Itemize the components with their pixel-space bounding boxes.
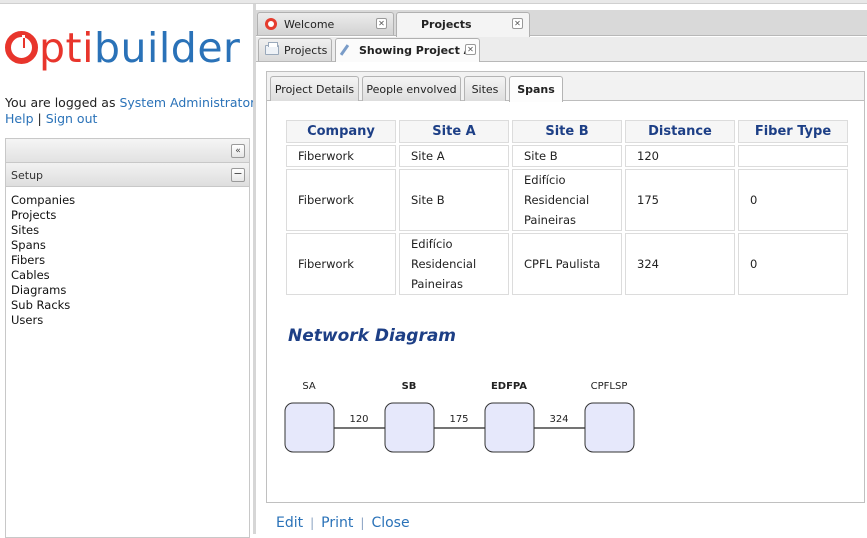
sidebar-item-diagrams[interactable]: Diagrams bbox=[11, 283, 249, 298]
optibuilder-logo: ptibuilder bbox=[5, 24, 240, 72]
cell-company: Fiberwork bbox=[286, 169, 396, 231]
sidebar-item-cables[interactable]: Cables bbox=[11, 268, 249, 283]
node-edfpa[interactable] bbox=[484, 402, 535, 453]
sidebar-item-spans[interactable]: Spans bbox=[11, 238, 249, 253]
main-tab-bar: Welcome ✕ Projects ✕ bbox=[256, 10, 867, 37]
link-label: 120 bbox=[349, 414, 368, 425]
column-header-distance: Distance bbox=[625, 120, 735, 143]
cell-site-a: Edifício Residencial Paineiras bbox=[399, 233, 509, 295]
sidebar-item-fibers[interactable]: Fibers bbox=[11, 253, 249, 268]
cell-site-a: Site A bbox=[399, 145, 509, 167]
tab-sites[interactable]: Sites bbox=[464, 76, 506, 101]
cell-site-a: Site B bbox=[399, 169, 509, 231]
node-label: CPFLSP bbox=[591, 381, 628, 392]
sidebar-item-sites[interactable]: Sites bbox=[11, 223, 249, 238]
table-row[interactable]: Fiberwork Edifício Residencial Paineiras C… bbox=[286, 233, 848, 295]
node-label: SB bbox=[402, 381, 417, 392]
setup-title: Setup bbox=[11, 169, 44, 182]
network-diagram-title: Network Diagram bbox=[288, 326, 457, 346]
tab-spans[interactable]: Spans bbox=[509, 76, 563, 102]
document-icon bbox=[265, 42, 279, 55]
link-label: 175 bbox=[449, 414, 468, 425]
cell-company: Fiberwork bbox=[286, 145, 396, 167]
cell-company: Fiberwork bbox=[286, 233, 396, 295]
user-name-link[interactable]: System Administrator bbox=[119, 95, 255, 110]
main-pane: Welcome ✕ Projects ✕ Projects Showing Pr… bbox=[256, 4, 867, 534]
node-label: EDFPA bbox=[491, 381, 527, 392]
tab-welcome[interactable]: Welcome ✕ bbox=[257, 12, 394, 35]
project-content: Project Details People envolved Sites Sp… bbox=[266, 71, 865, 503]
table-header-row: Company Site A Site B Distance Fiber Typ… bbox=[286, 120, 848, 143]
logged-as-text: You are logged as bbox=[5, 95, 120, 110]
session-links: Help | Sign out bbox=[5, 111, 97, 126]
table-row[interactable]: Fiberwork Site A Site B 120 bbox=[286, 145, 848, 167]
sign-out-link[interactable]: Sign out bbox=[46, 111, 98, 126]
spans-table: Company Site A Site B Distance Fiber Typ… bbox=[283, 118, 851, 297]
navigation-panel: « Setup − Companies Projects Sites Spans… bbox=[5, 138, 250, 538]
network-diagram: 120 175 324 SA SB EDFPA CPFLSP bbox=[284, 381, 635, 453]
project-actions: Edit | Print | Close bbox=[276, 515, 410, 531]
column-header-site-b: Site B bbox=[512, 120, 622, 143]
cell-site-b: Site B bbox=[512, 145, 622, 167]
link-label: 324 bbox=[549, 414, 568, 425]
sidebar-item-companies[interactable]: Companies bbox=[11, 193, 249, 208]
cell-site-b: CPFL Paulista bbox=[512, 233, 622, 295]
optibuilder-icon bbox=[265, 18, 277, 30]
sidebar-item-sub-racks[interactable]: Sub Racks bbox=[11, 298, 249, 313]
close-icon[interactable]: ✕ bbox=[376, 18, 387, 29]
tab-showing-project[interactable]: Showing Project A ✕ bbox=[335, 38, 480, 62]
pencil-icon bbox=[339, 44, 350, 56]
cell-fiber-type bbox=[738, 145, 848, 167]
panel-header: « bbox=[6, 139, 249, 163]
print-link[interactable]: Print bbox=[321, 515, 353, 531]
cell-distance: 324 bbox=[625, 233, 735, 295]
cell-fiber-type: 0 bbox=[738, 233, 848, 295]
tab-project-details[interactable]: Project Details bbox=[270, 76, 359, 101]
column-header-site-a: Site A bbox=[399, 120, 509, 143]
double-chevron-left-icon[interactable]: « bbox=[231, 144, 245, 158]
node-label: SA bbox=[302, 381, 316, 392]
close-icon[interactable]: ✕ bbox=[465, 44, 476, 55]
sidebar-item-users[interactable]: Users bbox=[11, 313, 249, 328]
project-tab-bar: Projects Showing Project A ✕ bbox=[256, 37, 867, 62]
edit-link[interactable]: Edit bbox=[276, 515, 303, 531]
logged-in-line: You are logged as System Administrator bbox=[5, 95, 255, 110]
help-link[interactable]: Help bbox=[5, 111, 34, 126]
table-row[interactable]: Fiberwork Site B Edifício Residencial Pain… bbox=[286, 169, 848, 231]
logo-power-icon bbox=[5, 31, 38, 64]
close-icon[interactable]: ✕ bbox=[512, 18, 523, 29]
cell-site-b: Edifício Residencial Paineiras bbox=[512, 169, 622, 231]
cell-distance: 175 bbox=[625, 169, 735, 231]
close-link[interactable]: Close bbox=[371, 515, 409, 531]
cell-fiber-type: 0 bbox=[738, 169, 848, 231]
column-header-company: Company bbox=[286, 120, 396, 143]
setup-section-header[interactable]: Setup − bbox=[6, 163, 249, 187]
cell-distance: 120 bbox=[625, 145, 735, 167]
project-detail-tabs: Project Details People envolved Sites Sp… bbox=[267, 72, 864, 102]
sidebar-item-projects[interactable]: Projects bbox=[11, 208, 249, 223]
setup-menu: Companies Projects Sites Spans Fibers Ca… bbox=[6, 187, 249, 328]
link-separator: | bbox=[37, 111, 42, 126]
minus-icon[interactable]: − bbox=[231, 168, 245, 182]
tab-projects-list[interactable]: Projects bbox=[258, 38, 332, 61]
node-cpflsp[interactable] bbox=[584, 402, 635, 453]
left-pane: ptibuilder You are logged as System Admi… bbox=[0, 4, 255, 538]
tab-people-envolved[interactable]: People envolved bbox=[362, 76, 461, 101]
tab-projects[interactable]: Projects ✕ bbox=[396, 12, 530, 37]
node-sb[interactable] bbox=[384, 402, 435, 453]
column-header-fiber-type: Fiber Type bbox=[738, 120, 848, 143]
node-sa[interactable] bbox=[284, 402, 335, 453]
